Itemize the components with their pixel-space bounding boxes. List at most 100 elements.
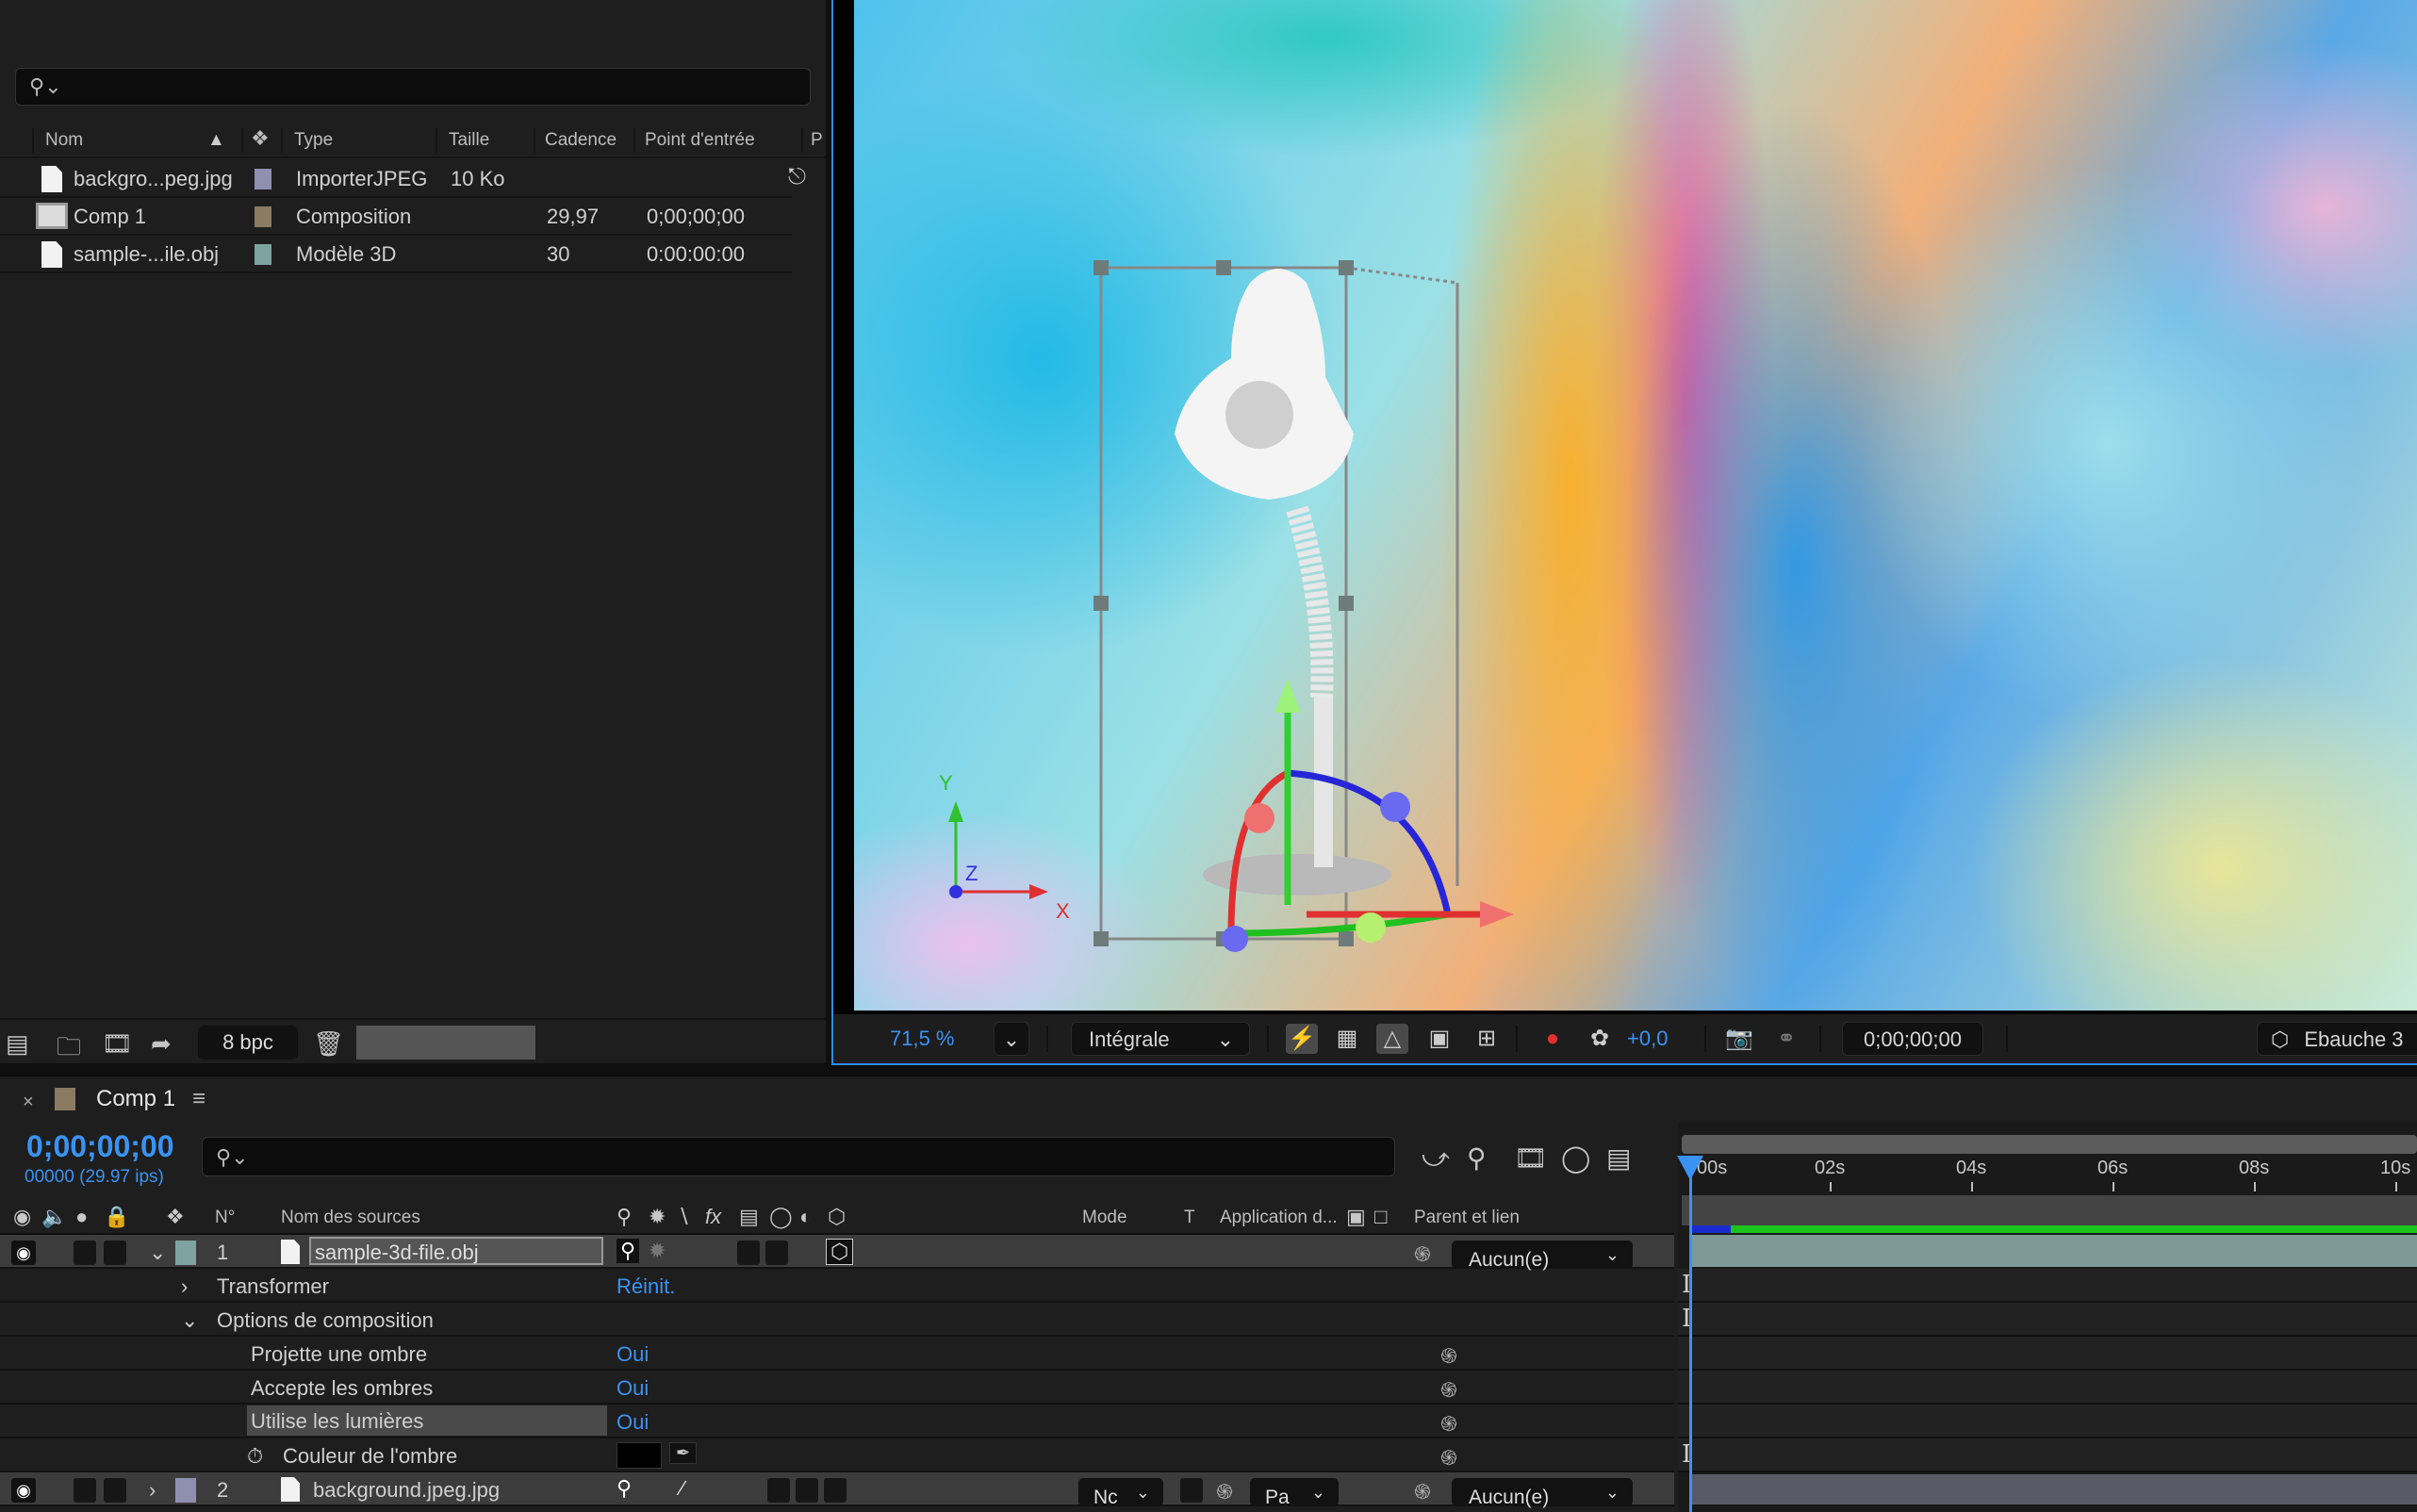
label-color-swatch[interactable] xyxy=(255,169,271,189)
property-group-row[interactable]: › Transformer Réinit. xyxy=(0,1269,1674,1303)
frame-blending-icon[interactable]: ▤ xyxy=(739,1205,759,1229)
column-type[interactable]: Type xyxy=(294,130,333,151)
matte-alpha-icon[interactable]: ▣ xyxy=(1346,1205,1366,1229)
blend-mode-dropdown[interactable]: Nc ⌄ xyxy=(1078,1478,1163,1508)
adjustment-layer-icon[interactable]: ◐ xyxy=(799,1205,812,1229)
property-pickwhip-icon[interactable]: ֍ xyxy=(1440,1410,1457,1438)
preserve-transparency-toggle[interactable] xyxy=(1180,1478,1203,1503)
render-queue-icon[interactable]: ➦ xyxy=(151,1029,172,1059)
3d-layer-icon[interactable]: ⬡ xyxy=(828,1205,846,1229)
column-truncated[interactable]: P xyxy=(811,130,823,151)
motion-blur-icon[interactable]: ◯ xyxy=(1561,1142,1590,1174)
magnification-value[interactable]: 71,5 % xyxy=(890,1022,955,1056)
new-folder-icon[interactable]: 🗀 xyxy=(57,1029,81,1071)
show-snapshot-icon[interactable]: ⚭ xyxy=(1770,1024,1802,1054)
exposure-value[interactable]: +0,0 xyxy=(1627,1022,1668,1056)
time-navigator-bar[interactable] xyxy=(1682,1135,2417,1154)
column-track-matte[interactable]: Application d... xyxy=(1220,1208,1338,1228)
solo-toggle[interactable] xyxy=(74,1241,96,1265)
layer-duration-bar[interactable] xyxy=(1689,1474,2417,1504)
track-matte-dropdown[interactable]: Pa ⌄ xyxy=(1250,1478,1339,1508)
timeline-search-input[interactable]: ⚲⌄ xyxy=(202,1137,1395,1176)
reset-exposure-icon[interactable]: ✿ xyxy=(1584,1024,1616,1054)
expand-chevron-icon[interactable]: › xyxy=(149,1478,156,1503)
column-frame-rate[interactable]: Cadence xyxy=(545,130,617,151)
shy-layers-icon[interactable]: ⚲ xyxy=(1467,1142,1487,1174)
current-time-indicator-line[interactable] xyxy=(1689,1159,1692,1512)
interpret-footage-icon[interactable]: ▤ xyxy=(6,1029,29,1059)
solo-toggle[interactable] xyxy=(74,1478,96,1503)
track-matte-pickwhip-icon[interactable]: ֍ xyxy=(1216,1478,1233,1505)
transparency-grid-icon[interactable]: ▦ xyxy=(1331,1024,1363,1054)
property-row[interactable]: Accepte les ombres Oui ֍ xyxy=(0,1371,1674,1405)
current-time-display[interactable]: 0;00;00;00 xyxy=(26,1129,174,1164)
layer-row[interactable]: ◉ ⌄ 1 sample-3d-file.obj ⚲ ✹ ⬡ ֍ Aucun(e… xyxy=(0,1235,1674,1271)
column-number[interactable]: N° xyxy=(215,1208,235,1228)
switch-slot[interactable] xyxy=(796,1478,818,1503)
project-item[interactable]: sample-...ile.obj Modèle 3D 30 0:00:00:0… xyxy=(0,236,792,273)
expand-chevron-icon[interactable]: ⌄ xyxy=(149,1241,166,1265)
composition-viewer[interactable]: Y Z X xyxy=(854,0,2417,1011)
mask-path-visibility-icon[interactable]: △ xyxy=(1376,1024,1408,1054)
current-time-field[interactable]: 0;00;00;00 xyxy=(1842,1022,1983,1056)
accepts-shadows-value[interactable]: Oui xyxy=(617,1376,649,1401)
column-name[interactable]: Nom xyxy=(45,130,83,151)
layer-duration-bar[interactable] xyxy=(1689,1235,2417,1267)
graph-editor-icon[interactable]: ▤ xyxy=(1606,1142,1631,1174)
new-composition-icon[interactable]: 🎞 xyxy=(102,1029,133,1059)
visibility-eye-icon[interactable]: ◉ xyxy=(11,1478,36,1503)
property-row[interactable]: Projette une ombre Oui ֍ xyxy=(0,1337,1674,1371)
panel-menu-icon[interactable]: ≡ xyxy=(192,1086,206,1112)
frame-blending-icon[interactable]: 🎞 xyxy=(1514,1142,1548,1174)
audio-icon[interactable]: 🔈 xyxy=(41,1205,67,1229)
collapse-chevron-icon[interactable]: ⌄ xyxy=(181,1308,198,1333)
3d-layer-switch-icon[interactable]: ⬡ xyxy=(826,1239,854,1265)
solo-icon[interactable]: ● xyxy=(75,1205,88,1229)
accepts-lights-value[interactable]: Oui xyxy=(617,1410,649,1435)
property-pickwhip-icon[interactable]: ֍ xyxy=(1440,1444,1457,1471)
label-tag-icon[interactable]: ❖ xyxy=(166,1205,185,1229)
flowchart-icon[interactable]: ⎋ xyxy=(788,164,806,190)
label-color-swatch[interactable] xyxy=(255,206,271,227)
property-group-row[interactable]: ⌄ Options de composition xyxy=(0,1303,1674,1337)
motion-blur-switch[interactable] xyxy=(765,1241,788,1265)
current-time-indicator-handle[interactable] xyxy=(1677,1156,1703,1180)
column-in-point[interactable]: Point d'entrée xyxy=(645,130,755,151)
layer-row[interactable]: ◉ › 2 background.jpeg.jpg ⚲ ∕ Nc ⌄ ֍ Pa ⌄ … xyxy=(0,1472,1674,1508)
column-size[interactable]: Taille xyxy=(449,130,489,151)
effects-icon[interactable]: fx xyxy=(705,1205,721,1229)
layer-name[interactable]: background.jpeg.jpg xyxy=(313,1478,500,1503)
close-tab-icon[interactable]: × xyxy=(23,1092,34,1113)
grid-guide-options-icon[interactable]: ⊞ xyxy=(1471,1024,1503,1054)
lock-toggle[interactable] xyxy=(104,1241,126,1265)
snapshot-camera-icon[interactable]: 📷 xyxy=(1723,1024,1755,1054)
column-source-name[interactable]: Nom des sources xyxy=(281,1208,420,1228)
frame-blend-switch[interactable] xyxy=(737,1241,760,1265)
parent-pickwhip-icon[interactable]: ֍ xyxy=(1414,1478,1431,1505)
property-pickwhip-icon[interactable]: ֍ xyxy=(1440,1342,1457,1370)
property-pickwhip-icon[interactable]: ֍ xyxy=(1440,1376,1457,1404)
renderer-button[interactable]: ⬡ Ebauche 3 xyxy=(2257,1022,2417,1056)
matte-invert-icon[interactable]: □ xyxy=(1374,1205,1387,1229)
work-area-bar[interactable] xyxy=(1682,1195,2417,1225)
parent-dropdown[interactable]: Aucun(e) ⌄ xyxy=(1452,1478,1633,1508)
parent-pickwhip-icon[interactable]: ֍ xyxy=(1414,1241,1431,1268)
label-tag-icon[interactable]: ❖ xyxy=(251,126,270,151)
switch-slot[interactable] xyxy=(824,1478,847,1503)
visibility-eye-icon[interactable]: ◉ xyxy=(11,1241,36,1265)
switch-slot[interactable] xyxy=(767,1478,790,1503)
show-channel-icon[interactable]: ● xyxy=(1537,1024,1569,1054)
project-search-input[interactable]: ⚲⌄ xyxy=(15,68,811,106)
shy-switch-icon[interactable]: ⚲ xyxy=(617,1476,632,1501)
lock-icon[interactable]: 🔒 xyxy=(104,1205,129,1229)
property-row[interactable]: Utilise les lumières Oui ֍ xyxy=(0,1405,1674,1438)
quality-switch-icon[interactable]: ∕ xyxy=(681,1476,684,1501)
layer-label-swatch[interactable] xyxy=(175,1241,196,1265)
delete-icon[interactable]: 🗑 xyxy=(313,1029,344,1059)
quality-icon[interactable]: ∖ xyxy=(677,1205,690,1229)
fast-previews-icon[interactable]: ⚡ xyxy=(1286,1024,1318,1054)
layer-label-swatch[interactable] xyxy=(175,1478,196,1503)
parent-dropdown[interactable]: Aucun(e) ⌄ xyxy=(1452,1241,1633,1271)
thumbnail-size-slider[interactable] xyxy=(356,1026,535,1060)
project-item[interactable]: backgro...peg.jpg ImporterJPEG 10 Ko ⎋ xyxy=(0,160,806,198)
